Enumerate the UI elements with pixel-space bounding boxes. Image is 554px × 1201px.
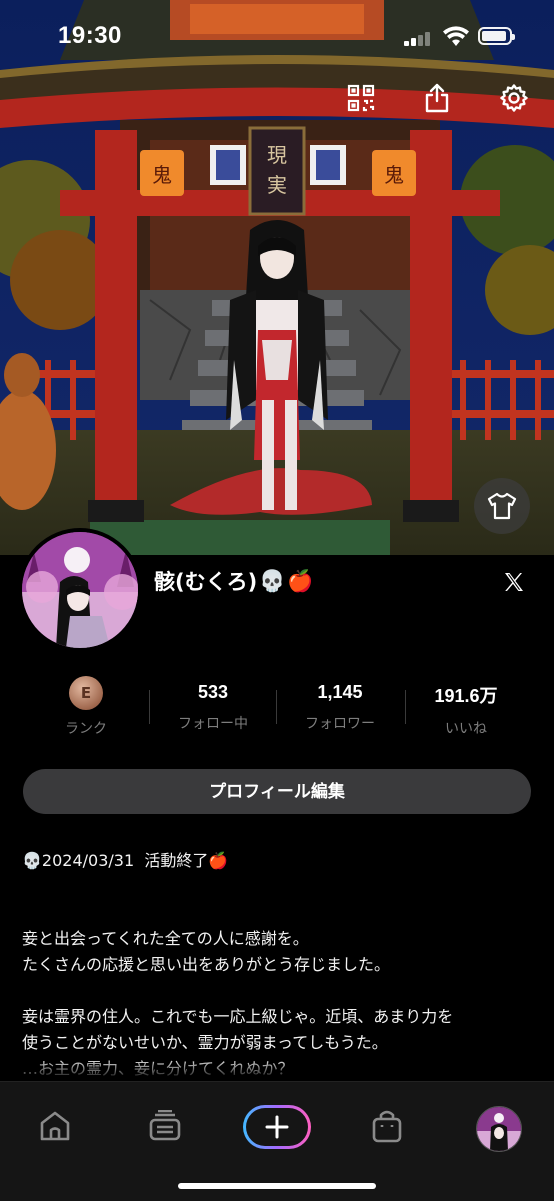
divider — [149, 690, 150, 724]
plus-icon — [265, 1115, 289, 1139]
likes-stat[interactable]: 191.6万 いいね — [416, 670, 516, 738]
followers-label: フォロワー — [305, 716, 375, 732]
display-name: 骸(むくろ) — [154, 570, 258, 594]
rank-stat[interactable]: E ランク — [36, 670, 136, 738]
home-icon[interactable] — [35, 1106, 75, 1146]
battery-icon — [478, 27, 515, 45]
edit-profile-button[interactable]: プロフィール編集 — [23, 769, 531, 814]
home-indicator — [178, 1183, 376, 1189]
avatar-scene: 現 実 鬼 鬼 — [0, 0, 554, 555]
svg-text:実: 実 — [267, 173, 287, 197]
followers-stat[interactable]: 1,145 フォロワー — [290, 670, 390, 733]
status-bar: 19:30 — [0, 0, 554, 70]
share-icon[interactable] — [419, 80, 455, 116]
x-social-icon[interactable] — [502, 570, 526, 594]
bag-icon[interactable] — [367, 1106, 407, 1146]
clock: 19:30 — [58, 22, 122, 49]
create-button[interactable] — [243, 1105, 311, 1149]
likes-label: いいね — [445, 721, 487, 737]
divider — [276, 690, 277, 724]
bio-paragraph: 妾と出会ってくれた全ての人に感謝を。 たくさんの応援と思い出をありがとう存じまし… — [22, 929, 391, 974]
following-count: 533 — [197, 682, 229, 702]
cellular-signal-icon — [404, 30, 434, 46]
wifi-icon — [443, 26, 469, 46]
profile-name: 骸(むくろ) 💀 🍎 — [154, 566, 314, 596]
profile-tab-avatar[interactable] — [476, 1106, 522, 1152]
shirt-icon — [487, 492, 517, 520]
rank-letter: E — [80, 684, 92, 702]
following-label: フォロー中 — [178, 716, 248, 732]
qr-code-icon[interactable] — [343, 80, 379, 116]
svg-text:現: 現 — [267, 143, 287, 167]
skull-emoji: 💀 — [22, 851, 42, 870]
skull-emoji: 💀 — [259, 568, 286, 593]
divider — [405, 690, 406, 724]
gear-icon[interactable] — [496, 80, 532, 116]
bio-date-text: 2024/03/31 活動終了 — [41, 851, 209, 870]
svg-text:鬼: 鬼 — [384, 163, 404, 187]
bio-status-line: 💀 2024/03/31 活動終了 🍎 — [22, 848, 537, 874]
bio: 💀 2024/03/31 活動終了 🍎 妾と出会ってくれた全ての人に感謝を。 た… — [22, 848, 537, 1080]
profile-avatar[interactable] — [18, 528, 142, 652]
outfit-button[interactable] — [474, 478, 530, 534]
bio-fade — [22, 1058, 537, 1080]
feed-icon[interactable] — [145, 1106, 185, 1146]
rank-label: ランク — [65, 721, 107, 737]
profile-stats: E ランク 533 フォロー中 1,145 フォロワー 191.6万 いいね — [22, 670, 532, 740]
apple-emoji: 🍎 — [208, 851, 229, 870]
followers-count: 1,145 — [317, 682, 363, 702]
following-stat[interactable]: 533 フォロー中 — [163, 670, 263, 733]
likes-count: 191.6万 — [434, 686, 498, 706]
apple-emoji: 🍎 — [287, 568, 314, 593]
rank-badge: E — [69, 676, 103, 710]
svg-text:鬼: 鬼 — [152, 163, 172, 187]
